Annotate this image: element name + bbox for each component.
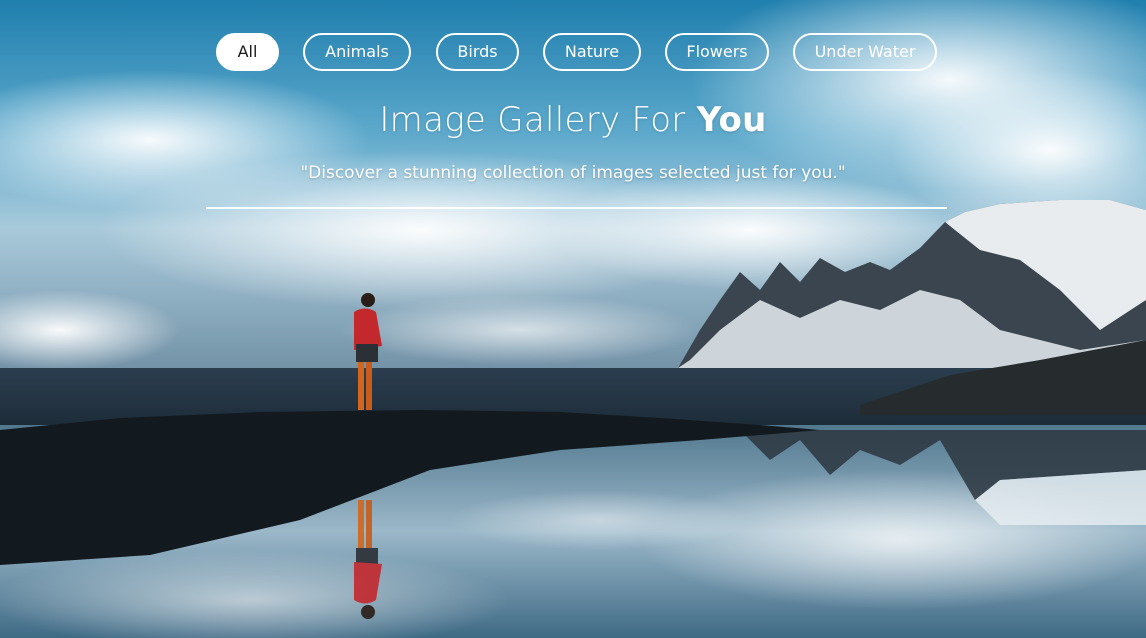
filter-nature-button[interactable]: Nature [543,33,641,71]
page-title-light: Image Gallery For [379,100,697,140]
filter-birds-button[interactable]: Birds [436,33,519,71]
filter-animals-button[interactable]: Animals [303,33,411,71]
page-title: Image Gallery For You [0,100,1146,140]
background-landscape-photo [0,0,1146,638]
category-filter-bar: All Animals Birds Nature Flowers Under W… [0,33,1146,71]
filter-flowers-button[interactable]: Flowers [665,33,769,71]
filter-all-button[interactable]: All [216,33,279,71]
filter-under-water-button[interactable]: Under Water [793,33,937,71]
title-divider [206,207,947,209]
page-title-bold: You [696,100,767,140]
page-subtitle: "Discover a stunning collection of image… [300,163,846,183]
